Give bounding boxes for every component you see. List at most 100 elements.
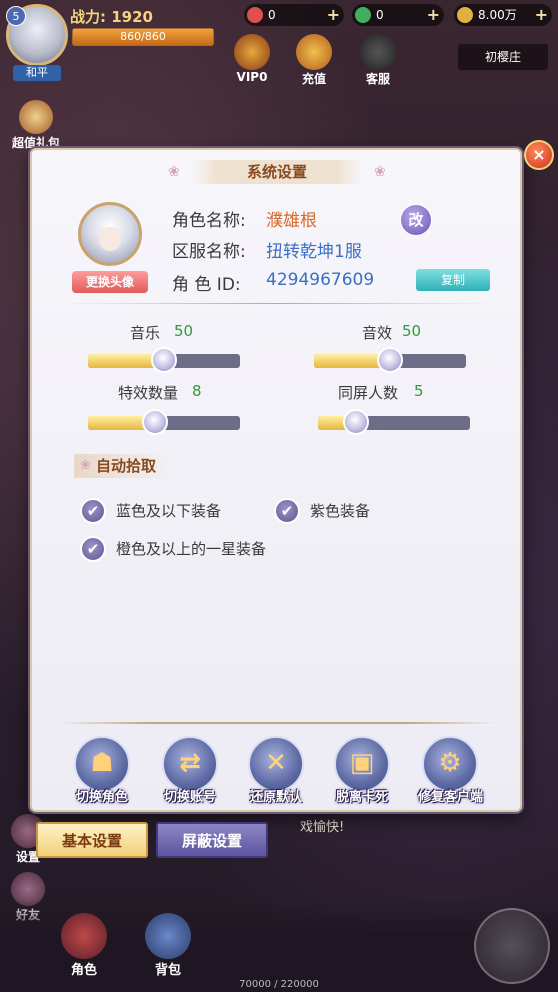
resource-coin: 8.00万 +: [454, 4, 552, 26]
restore-default-button[interactable]: ✕ 还原默认: [244, 736, 308, 805]
character-portrait: [78, 202, 142, 266]
recharge-icon: [296, 34, 332, 70]
auto-pickup-title: 自动拾取: [96, 457, 157, 475]
flower-icon: ❀: [168, 164, 180, 180]
rename-button[interactable]: 改: [400, 204, 432, 236]
resource-value: 0: [376, 8, 384, 22]
green-gem-icon: [355, 7, 371, 23]
level-badge: 5: [6, 6, 26, 26]
checkbox-label: 蓝色及以下装备: [116, 502, 222, 520]
change-avatar-button[interactable]: 更换头像: [72, 271, 148, 293]
sfx-value: 50: [402, 322, 422, 340]
checkbox-label: 橙色及以上的一星装备: [116, 540, 267, 558]
gift-icon: [19, 100, 53, 134]
action-label: 还原默认: [249, 790, 302, 805]
close-button[interactable]: ×: [524, 140, 554, 170]
checkmark-icon[interactable]: ✔: [80, 536, 106, 562]
effects-count-label: 特效数量: [118, 384, 179, 402]
unstuck-button[interactable]: ▣ 脱离卡死: [330, 736, 394, 805]
headset-icon: [360, 34, 396, 70]
slider-knob[interactable]: [377, 347, 403, 373]
recharge-button[interactable]: 充值: [292, 34, 336, 87]
action-label: 切换角色: [75, 790, 128, 805]
character-button[interactable]: 角色: [56, 913, 112, 978]
joystick[interactable]: [474, 908, 550, 984]
monitor-icon: ▣: [334, 736, 390, 792]
switch-icon: ⇄: [162, 736, 218, 792]
flower-icon: ❀: [80, 458, 91, 473]
tab-shield-settings[interactable]: 屏蔽设置: [156, 822, 268, 858]
service-button[interactable]: 客服: [356, 34, 400, 87]
exp-text: 70000 / 220000: [239, 979, 319, 990]
slider-knob[interactable]: [151, 347, 177, 373]
action-label: 脱离卡死: [335, 790, 388, 805]
flower-icon: ❀: [374, 164, 386, 180]
helmet-icon: ☗: [74, 736, 130, 792]
onscreen-players-slider[interactable]: [318, 409, 470, 435]
gift-pack-button[interactable]: 超值礼包: [12, 100, 60, 151]
power-value: 1920: [111, 8, 153, 26]
add-coin-button[interactable]: +: [535, 4, 548, 26]
checkbox-orange-equipment[interactable]: ✔ 橙色及以上的一星装备: [80, 536, 310, 564]
bottom-bar: 角色 背包 70000 / 220000: [0, 900, 558, 992]
vip-button[interactable]: VIP0: [230, 34, 274, 84]
resource-value: 8.00万: [478, 8, 517, 22]
dialog-title: 系统设置: [192, 160, 362, 184]
tools-icon: ✕: [248, 736, 304, 792]
repair-client-button[interactable]: ⚙ 修复客户端: [418, 736, 484, 805]
checkbox-label: 紫色装备: [310, 502, 371, 520]
action-label: 切换账号: [163, 790, 216, 805]
switch-character-button[interactable]: ☗ 切换角色: [70, 736, 134, 805]
music-value: 50: [174, 322, 194, 340]
music-slider[interactable]: [88, 347, 240, 373]
hp-bar: 860/860: [72, 28, 214, 46]
server-name-value: 扭转乾坤1服: [266, 242, 362, 262]
add-red-gem-button[interactable]: +: [327, 4, 340, 26]
checkmark-icon[interactable]: ✔: [274, 498, 300, 524]
vip-label: VIP0: [236, 70, 268, 84]
switch-account-button[interactable]: ⇄ 切换账号: [158, 736, 222, 805]
recharge-label: 充值: [301, 72, 326, 86]
effects-count-slider[interactable]: [88, 409, 240, 435]
music-label: 音乐: [130, 324, 161, 342]
resource-value: 0: [268, 8, 276, 22]
checkbox-purple-equipment[interactable]: ✔ 紫色装备: [274, 498, 394, 526]
hp-text: 860/860: [120, 30, 166, 43]
server-name-label: 区服名称:: [172, 242, 246, 262]
effects-count-value: 8: [192, 382, 202, 400]
slider-knob[interactable]: [141, 409, 168, 435]
add-green-gem-button[interactable]: +: [427, 4, 440, 26]
action-label: 修复客户端: [418, 790, 484, 805]
coin-icon: [457, 7, 473, 23]
pk-mode-badge[interactable]: 和平: [13, 65, 61, 81]
role-id-value: 4294967609: [266, 270, 375, 290]
role-id-label: 角 色 ID:: [172, 275, 241, 295]
onscreen-players-label: 同屏人数: [338, 384, 399, 402]
character-label: 角色: [70, 963, 97, 978]
divider: [60, 722, 496, 724]
power-label: 战力:: [70, 8, 106, 26]
resource-gem-green: 0 +: [352, 4, 444, 26]
portrait-face: [99, 227, 121, 251]
onscreen-players-value: 5: [414, 382, 424, 400]
system-settings-dialog: ❀ 系统设置 ❀ × 更换头像 角色名称: 濮雄根 改 区服名称: 扭转乾坤1服…: [30, 140, 554, 812]
auto-pickup-header: ❀ 自动拾取: [74, 454, 171, 478]
role-name-label: 角色名称:: [172, 211, 246, 231]
tab-basic-settings[interactable]: 基本设置: [36, 822, 148, 858]
bag-label: 背包: [154, 963, 181, 978]
chat-message: 戏愉快!: [300, 820, 345, 835]
checkmark-icon[interactable]: ✔: [80, 498, 106, 524]
copy-id-button[interactable]: 复制: [416, 269, 490, 291]
slider-knob[interactable]: [343, 409, 369, 435]
bag-button[interactable]: 背包: [140, 913, 196, 978]
divider: [60, 303, 496, 304]
role-name-value: 濮雄根: [266, 211, 317, 231]
top-hud: 5 和平 战力: 1920 860/860 0 + 0 + 8.00万 + VI…: [0, 0, 558, 92]
sfx-slider[interactable]: [314, 347, 466, 373]
power-display: 战力: 1920: [70, 6, 153, 27]
sfx-label: 音效: [362, 324, 393, 342]
resource-gem-red: 0 +: [244, 4, 344, 26]
bag-icon: [145, 913, 191, 959]
vip-icon: [234, 34, 270, 70]
checkbox-blue-equipment[interactable]: ✔ 蓝色及以下装备: [80, 498, 250, 526]
